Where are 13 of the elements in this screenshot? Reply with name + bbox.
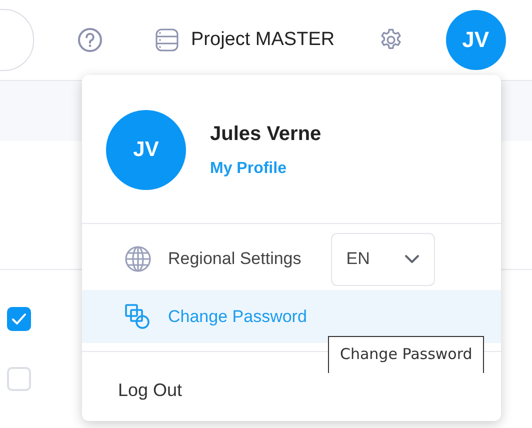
chevron-down-icon: [404, 254, 420, 264]
log-out-item[interactable]: Log Out: [82, 377, 501, 403]
regional-settings-item[interactable]: Regional Settings EN: [82, 224, 501, 290]
database-icon: [155, 28, 179, 52]
project-selector[interactable]: Project MASTER: [155, 28, 335, 52]
user-avatar: JV: [106, 110, 186, 190]
checkbox[interactable]: [7, 307, 31, 331]
globe-icon: [124, 245, 152, 273]
help-icon[interactable]: [77, 27, 103, 53]
user-name: Jules Verne: [210, 122, 322, 146]
shapes-icon: [124, 302, 152, 330]
tooltip: Change Password: [328, 336, 484, 373]
language-select[interactable]: EN: [331, 232, 436, 286]
